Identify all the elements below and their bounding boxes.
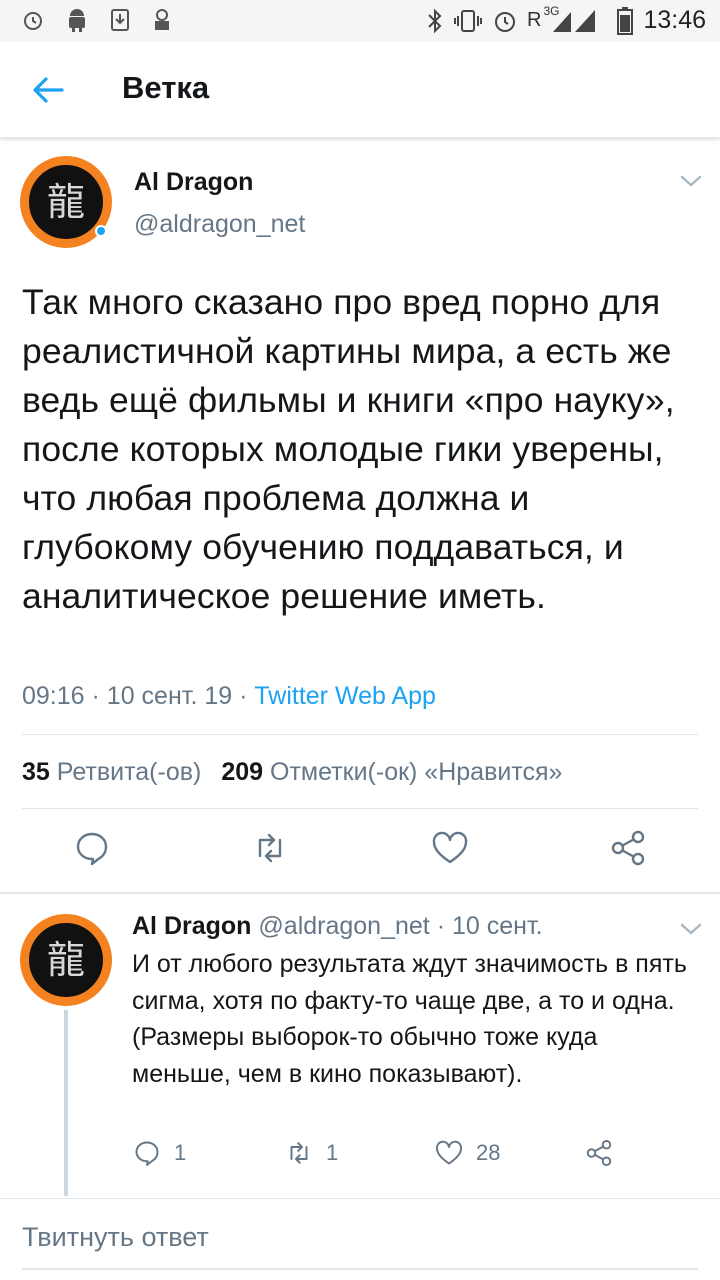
status-right-icons: R 3G 13:46 [427, 4, 706, 35]
tweet-text: Так много сказано про вред порно для реа… [22, 282, 675, 616]
avatar-glyph: 龍 [46, 938, 85, 982]
reply-compose-input[interactable]: Твитнуть ответ [22, 1222, 209, 1253]
vibrate-icon [453, 9, 482, 32]
reply-actions: 1 1 28 [0, 1138, 720, 1170]
reply-like-button[interactable]: 28 [434, 1138, 500, 1168]
avatar[interactable]: 龍 [20, 156, 112, 248]
tweet-date: 10 сент. 19 [106, 682, 233, 710]
compose-underline [22, 1268, 698, 1270]
likes-count: 209 [221, 758, 264, 786]
retweets-count: 35 [22, 758, 50, 786]
back-arrow-icon[interactable] [28, 70, 68, 110]
meta-separator: · [239, 682, 248, 710]
tweet-time: 09:16 [22, 682, 85, 710]
divider [22, 808, 698, 809]
online-dot [95, 225, 107, 237]
chevron-down-icon[interactable] [678, 172, 704, 190]
retweets-stat[interactable]: 35 Ретвита(-ов) [22, 758, 201, 787]
robot-icon [155, 9, 169, 30]
chevron-down-icon[interactable] [678, 920, 704, 938]
retweet-icon [290, 1142, 308, 1164]
reply-text: И от любого результата ждут значимость в… [132, 950, 687, 1088]
alarm-clock-icon [24, 12, 42, 30]
likes-label: Отметки(-ок) «Нравится» [270, 758, 563, 786]
like-count: 28 [476, 1140, 501, 1165]
reply-date: 10 сент. [451, 912, 543, 940]
meta-separator: · [91, 682, 100, 710]
reply-icon[interactable] [72, 828, 112, 868]
reply-author-handle[interactable]: @aldragon_net [258, 912, 429, 940]
download-icon [111, 9, 129, 31]
divider [0, 892, 720, 894]
reply-share-button[interactable] [584, 1138, 614, 1168]
divider [22, 734, 698, 735]
battery-icon [617, 6, 634, 35]
reply-reply-button[interactable]: 1 [132, 1138, 186, 1168]
android-icon [69, 9, 85, 32]
retweet-count: 1 [326, 1140, 339, 1165]
status-time: 13:46 [643, 6, 706, 34]
reply-icon [135, 1141, 159, 1166]
tweet-actions [0, 828, 720, 878]
page-title: Ветка [122, 70, 210, 105]
reply-header: Al Dragon @aldragon_net · 10 сент. [132, 912, 543, 941]
meta-separator: · [436, 912, 446, 940]
tweet-stats: 35 Ретвита(-ов) 209 Отметки(-ок) «Нравит… [22, 758, 562, 787]
retweet-icon[interactable] [250, 828, 290, 868]
share-icon[interactable] [608, 828, 648, 868]
reply-count: 1 [174, 1140, 187, 1165]
retweets-label: Ретвита(-ов) [56, 758, 202, 786]
app-bar: Ветка [0, 42, 720, 138]
tweet-source-link[interactable]: Twitter Web App [254, 682, 436, 710]
status-left-icons [22, 8, 172, 32]
alarm-icon [494, 11, 515, 32]
network-label: R [526, 9, 542, 31]
bluetooth-icon [428, 8, 442, 33]
tweet-meta: 09:16 · 10 сент. 19 · Twitter Web App [22, 682, 436, 711]
like-heart-icon[interactable] [430, 828, 470, 868]
author-handle[interactable]: @aldragon_net [134, 210, 305, 239]
avatar[interactable]: 龍 [20, 914, 112, 1006]
reply-author-name[interactable]: Al Dragon [132, 912, 251, 940]
like-heart-icon [436, 1140, 462, 1165]
author-name[interactable]: Al Dragon [134, 168, 253, 197]
divider [0, 1198, 720, 1199]
likes-stat[interactable]: 209 Отметки(-ок) «Нравится» [221, 758, 562, 787]
share-icon [586, 1140, 612, 1166]
reply-retweet-button[interactable]: 1 [284, 1138, 338, 1168]
status-bar: R 3G 13:46 [0, 0, 720, 42]
avatar-glyph: 龍 [46, 180, 85, 224]
